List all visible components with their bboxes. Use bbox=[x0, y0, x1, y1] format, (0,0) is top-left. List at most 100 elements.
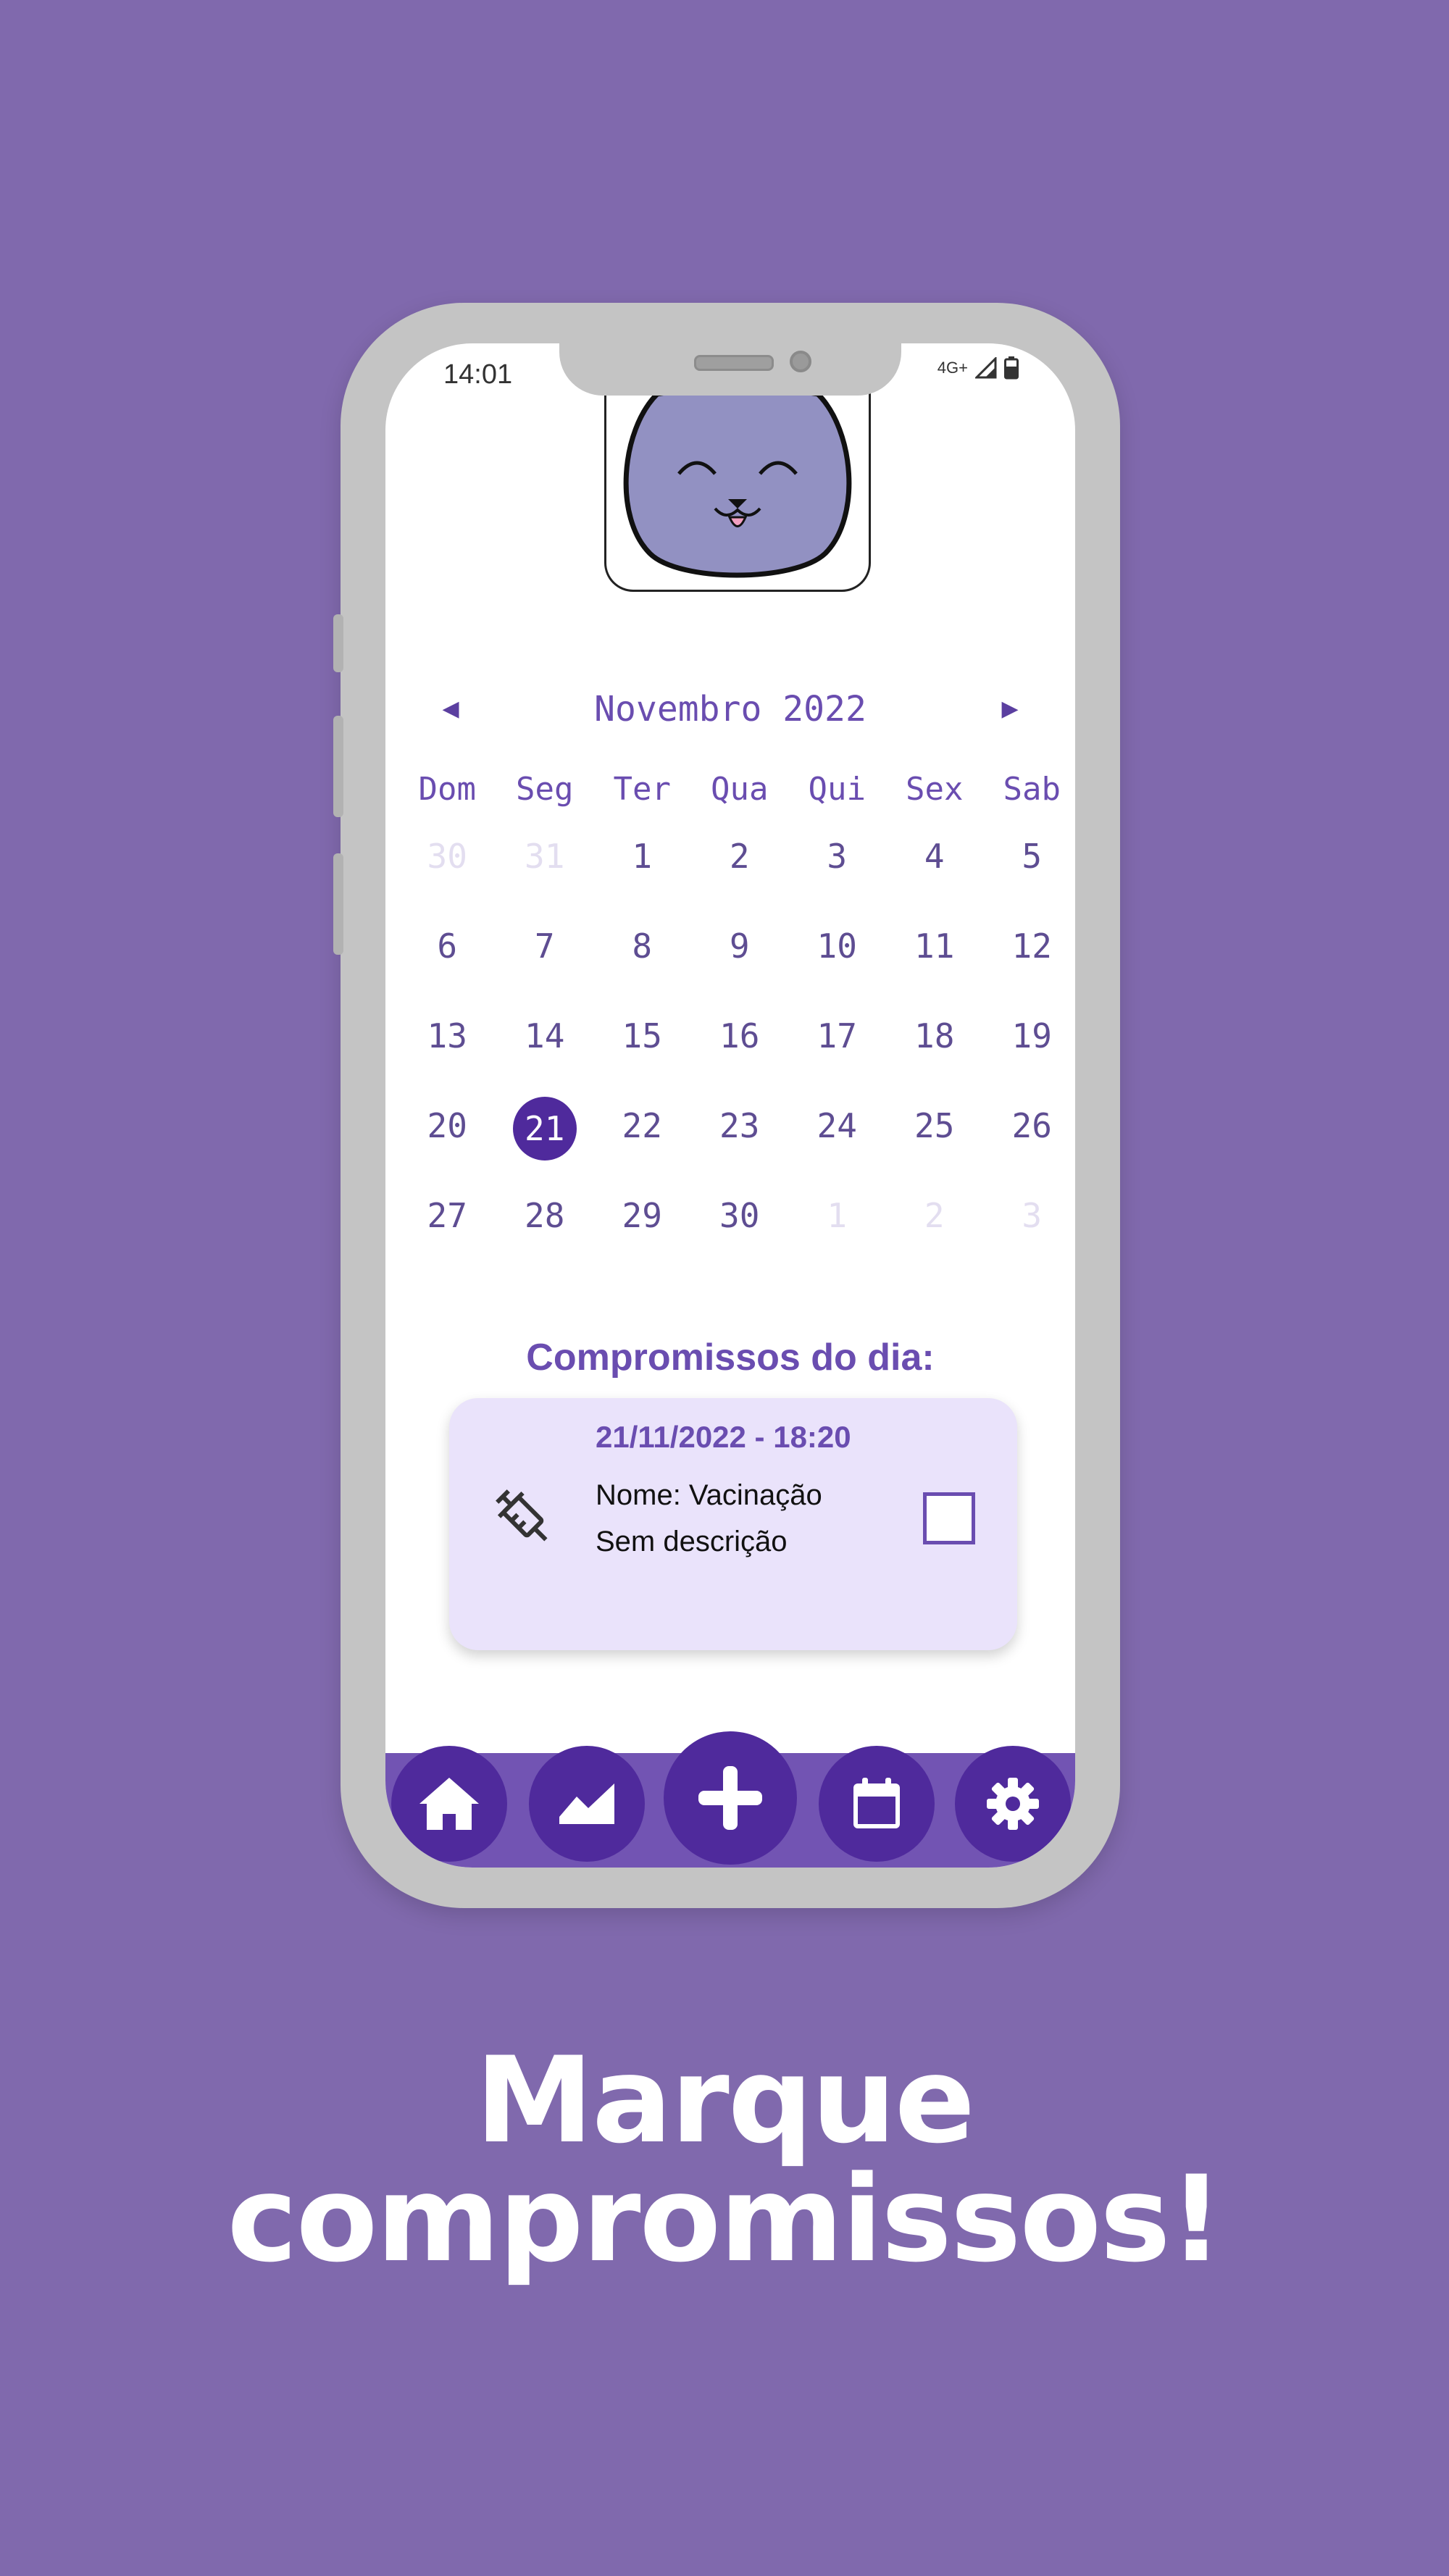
weekday-label: Dom bbox=[418, 771, 476, 808]
calendar-day[interactable]: 3 bbox=[788, 827, 886, 885]
appointments-title: Compromissos do dia: bbox=[526, 1337, 935, 1379]
calendar-day-number: 7 bbox=[534, 927, 555, 966]
calendar-week-row: 30 31 1 2 3 4 5 bbox=[398, 827, 1075, 885]
calendar-day-number: 27 bbox=[427, 1196, 467, 1235]
phone-volume-down-button bbox=[333, 853, 343, 955]
calendar-day[interactable]: 12 bbox=[983, 917, 1075, 975]
nav-add-button[interactable] bbox=[664, 1731, 797, 1865]
calendar-day-number: 24 bbox=[817, 1106, 857, 1145]
calendar-week-row: 13 14 15 16 17 18 19 bbox=[398, 1007, 1075, 1065]
calendar-day[interactable]: 17 bbox=[788, 1007, 886, 1065]
phone-mockup: 14:01 4G+ ◀ Novembro 2022 ▶ Dom Seg Ter … bbox=[333, 303, 1120, 1908]
calendar-day-number: 1 bbox=[827, 1196, 848, 1235]
weekday-label: Sab bbox=[1003, 771, 1061, 808]
calendar-day-number: 26 bbox=[1011, 1106, 1052, 1145]
phone-volume-up-button bbox=[333, 716, 343, 817]
calendar-day-number: 3 bbox=[1022, 1196, 1043, 1235]
calendar-day[interactable]: 31 bbox=[496, 827, 594, 885]
calendar-day-number: 18 bbox=[914, 1016, 955, 1055]
calendar-day[interactable]: 14 bbox=[496, 1007, 594, 1065]
syringe-icon bbox=[496, 1489, 548, 1542]
calendar-week-row: 27 28 29 30 1 2 3 bbox=[398, 1187, 1075, 1245]
weekday-label: Qui bbox=[808, 771, 866, 808]
calendar-icon bbox=[853, 1778, 900, 1828]
calendar-day[interactable]: 24 bbox=[788, 1097, 886, 1155]
calendar-day[interactable]: 16 bbox=[691, 1007, 789, 1065]
calendar-day-number: 17 bbox=[817, 1016, 857, 1055]
calendar-day[interactable]: 26 bbox=[983, 1097, 1075, 1155]
calendar-day-number: 23 bbox=[719, 1106, 760, 1145]
calendar-header: ◀ Novembro 2022 ▶ bbox=[385, 684, 1075, 735]
calendar-day[interactable]: 29 bbox=[593, 1187, 691, 1245]
cat-face-icon bbox=[623, 370, 852, 578]
calendar-day[interactable]: 11 bbox=[886, 917, 984, 975]
calendar-day-number: 25 bbox=[914, 1106, 955, 1145]
calendar-day[interactable]: 2 bbox=[886, 1187, 984, 1245]
calendar-day-number: 30 bbox=[719, 1196, 760, 1235]
calendar-day[interactable]: 15 bbox=[593, 1007, 691, 1065]
calendar-day-number: 21 bbox=[512, 1097, 577, 1161]
weekday-label: Qua bbox=[711, 771, 769, 808]
calendar-day[interactable]: 13 bbox=[398, 1007, 496, 1065]
calendar-day[interactable]: 23 bbox=[691, 1097, 789, 1155]
promo-line-1: Marque bbox=[475, 2031, 975, 2170]
signal-icon bbox=[975, 357, 997, 379]
calendar-day[interactable]: 22 bbox=[593, 1097, 691, 1155]
calendar-day[interactable]: 25 bbox=[886, 1097, 984, 1155]
promo-line-2: compromissos! bbox=[227, 2150, 1223, 2288]
nav-stats-button[interactable] bbox=[529, 1746, 645, 1862]
calendar-day[interactable]: 19 bbox=[983, 1007, 1075, 1065]
promo-headline: Marque compromissos! bbox=[0, 2041, 1449, 2279]
nav-home-button[interactable] bbox=[391, 1746, 507, 1862]
calendar-day-number: 9 bbox=[729, 927, 750, 966]
calendar-day-number: 4 bbox=[924, 837, 945, 876]
weekday-label: Ter bbox=[613, 771, 671, 808]
calendar-day[interactable]: 1 bbox=[788, 1187, 886, 1245]
calendar-day[interactable]: 9 bbox=[691, 917, 789, 975]
calendar-day[interactable]: 30 bbox=[691, 1187, 789, 1245]
calendar-day[interactable]: 27 bbox=[398, 1187, 496, 1245]
status-time: 14:01 bbox=[443, 359, 513, 390]
calendar-day-number: 15 bbox=[622, 1016, 662, 1055]
calendar-day[interactable]: 10 bbox=[788, 917, 886, 975]
calendar-day[interactable]: 4 bbox=[886, 827, 984, 885]
nav-settings-button[interactable] bbox=[955, 1746, 1071, 1862]
calendar-day[interactable]: 1 bbox=[593, 827, 691, 885]
appointment-name: Nome: Vacinação bbox=[596, 1479, 822, 1511]
speaker-grille bbox=[694, 355, 774, 371]
calendar-day[interactable]: 30 bbox=[398, 827, 496, 885]
phone-side-button bbox=[333, 614, 343, 672]
front-camera bbox=[790, 351, 811, 372]
calendar-day-number: 22 bbox=[622, 1106, 662, 1145]
calendar-day-number: 28 bbox=[525, 1196, 565, 1235]
calendar-day[interactable]: 20 bbox=[398, 1097, 496, 1155]
calendar-day[interactable]: 7 bbox=[496, 917, 594, 975]
calendar-week-row: 6 7 8 9 10 11 12 bbox=[398, 917, 1075, 975]
status-icons: 4G+ bbox=[938, 356, 1019, 380]
app-screen: 14:01 4G+ ◀ Novembro 2022 ▶ Dom Seg Ter … bbox=[385, 343, 1075, 1868]
calendar-day[interactable]: 3 bbox=[983, 1187, 1075, 1245]
calendar-day[interactable]: 2 bbox=[691, 827, 789, 885]
nav-calendar-button[interactable] bbox=[819, 1746, 935, 1862]
appointment-card[interactable]: 21/11/2022 - 18:20 Nome: Vacinação Sem d… bbox=[449, 1398, 1017, 1650]
calendar-day-number: 12 bbox=[1011, 927, 1052, 966]
next-month-button[interactable]: ▶ bbox=[988, 684, 1032, 735]
calendar-day-number: 29 bbox=[622, 1196, 662, 1235]
weekday-row: Dom Seg Ter Qua Qui Sex Sab bbox=[398, 771, 1075, 808]
calendar-day[interactable]: 28 bbox=[496, 1187, 594, 1245]
calendar-day-selected[interactable]: 21 bbox=[496, 1097, 594, 1161]
calendar-day-number: 14 bbox=[525, 1016, 565, 1055]
plus-icon bbox=[698, 1766, 762, 1830]
calendar-day[interactable]: 5 bbox=[983, 827, 1075, 885]
calendar-day[interactable]: 6 bbox=[398, 917, 496, 975]
appointment-done-checkbox[interactable] bbox=[923, 1492, 975, 1544]
calendar-day-number: 8 bbox=[632, 927, 653, 966]
calendar-day-number: 10 bbox=[817, 927, 857, 966]
calendar-day-number: 3 bbox=[827, 837, 848, 876]
calendar-day[interactable]: 18 bbox=[886, 1007, 984, 1065]
weekday-label: Sex bbox=[906, 771, 964, 808]
calendar-day-number: 5 bbox=[1022, 837, 1043, 876]
cat-avatar bbox=[604, 370, 871, 592]
calendar-day[interactable]: 8 bbox=[593, 917, 691, 975]
calendar-day-number: 31 bbox=[525, 837, 565, 876]
